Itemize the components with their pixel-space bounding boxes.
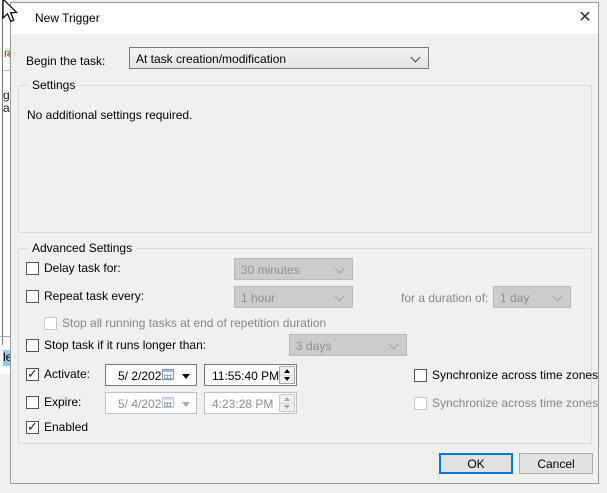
- begin-task-dropdown[interactable]: At task creation/modification: [129, 47, 429, 69]
- stop-task-value: 3 days: [296, 339, 331, 353]
- enabled-checkbox[interactable]: [26, 421, 39, 434]
- activate-date-value: 5/ 2/2022: [118, 369, 168, 383]
- expire-date-picker: 5/ 4/2022: [105, 392, 197, 414]
- dropdown-arrow-icon: [182, 402, 190, 407]
- activate-checkbox[interactable]: [26, 368, 39, 381]
- settings-group-label: Settings: [28, 78, 79, 92]
- chevron-down-icon: [553, 292, 563, 302]
- background-divider: [3, 70, 10, 71]
- delay-task-label: Delay task for:: [44, 261, 121, 275]
- repeat-task-checkbox[interactable]: [26, 290, 39, 303]
- chevron-down-icon: [389, 340, 399, 350]
- repeat-task-value: 1 hour: [241, 291, 275, 305]
- duration-value: 1 day: [500, 291, 529, 305]
- activate-time-value: 11:55:40 PM: [212, 369, 279, 383]
- stop-all-tasks-checkbox: [44, 317, 57, 330]
- advanced-settings-group-label: Advanced Settings: [28, 241, 136, 255]
- dialog-title: New Trigger: [35, 11, 100, 25]
- spinner: [279, 394, 295, 412]
- settings-group: Settings No additional settings required…: [18, 85, 592, 233]
- background-divider: [0, 336, 10, 337]
- background-text-fragment: a: [3, 101, 10, 115]
- stop-task-label: Stop task if it runs longer than:: [44, 338, 206, 352]
- background-selected-item: le: [3, 350, 10, 366]
- expire-label: Expire:: [44, 395, 81, 409]
- delay-task-value: 30 minutes: [241, 263, 300, 277]
- background-window-border: [2, 0, 3, 345]
- background-text-fragment: g: [3, 88, 10, 102]
- enabled-label: Enabled: [44, 420, 88, 434]
- ok-button[interactable]: OK: [439, 453, 513, 474]
- begin-task-label: Begin the task:: [26, 54, 105, 68]
- background-window: n g a le: [0, 0, 10, 374]
- delay-task-dropdown: 30 minutes: [234, 258, 353, 280]
- expire-time-value: 4:23:28 PM: [212, 397, 273, 411]
- spinner[interactable]: [279, 366, 295, 384]
- dropdown-arrow-icon: [182, 374, 190, 379]
- title-bar: New Trigger ✕: [11, 3, 598, 34]
- repeat-task-label: Repeat task every:: [44, 289, 144, 303]
- expire-date-value: 5/ 4/2022: [118, 397, 168, 411]
- chevron-down-icon: [335, 292, 345, 302]
- calendar-icon: [162, 369, 174, 380]
- spinner-down-icon[interactable]: [280, 375, 294, 383]
- expire-sync-checkbox: [414, 397, 427, 410]
- activate-date-picker[interactable]: 5/ 2/2022: [105, 364, 197, 386]
- stop-all-tasks-label: Stop all running tasks at end of repetit…: [62, 316, 326, 330]
- stop-task-checkbox[interactable]: [26, 339, 39, 352]
- calendar-icon: [162, 397, 174, 408]
- expire-time-spinner: 4:23:28 PM: [204, 392, 297, 414]
- chevron-down-icon: [411, 53, 421, 63]
- settings-message: No additional settings required.: [27, 108, 192, 122]
- begin-task-value: At task creation/modification: [136, 52, 286, 66]
- spinner-down-icon: [280, 403, 294, 411]
- activate-label: Activate:: [44, 367, 90, 381]
- chevron-down-icon: [335, 264, 345, 274]
- duration-dropdown: 1 day: [493, 286, 571, 308]
- activate-sync-label: Synchronize across time zones: [432, 368, 598, 382]
- cancel-button[interactable]: Cancel: [519, 453, 593, 474]
- new-trigger-dialog: New Trigger ✕ Begin the task: At task cr…: [10, 2, 599, 484]
- close-icon[interactable]: ✕: [573, 7, 597, 29]
- stop-task-dropdown: 3 days: [289, 334, 407, 356]
- activate-time-spinner[interactable]: 11:55:40 PM: [204, 364, 297, 386]
- duration-label: for a duration of:: [401, 291, 488, 305]
- expire-sync-label: Synchronize across time zones: [432, 396, 598, 410]
- mouse-cursor-icon: [2, 0, 22, 24]
- screen: n g a le New Trigger ✕ Begin the task: A…: [0, 0, 607, 493]
- activate-sync-checkbox[interactable]: [414, 369, 427, 382]
- expire-checkbox[interactable]: [26, 396, 39, 409]
- delay-task-checkbox[interactable]: [26, 262, 39, 275]
- repeat-task-dropdown: 1 hour: [234, 286, 353, 308]
